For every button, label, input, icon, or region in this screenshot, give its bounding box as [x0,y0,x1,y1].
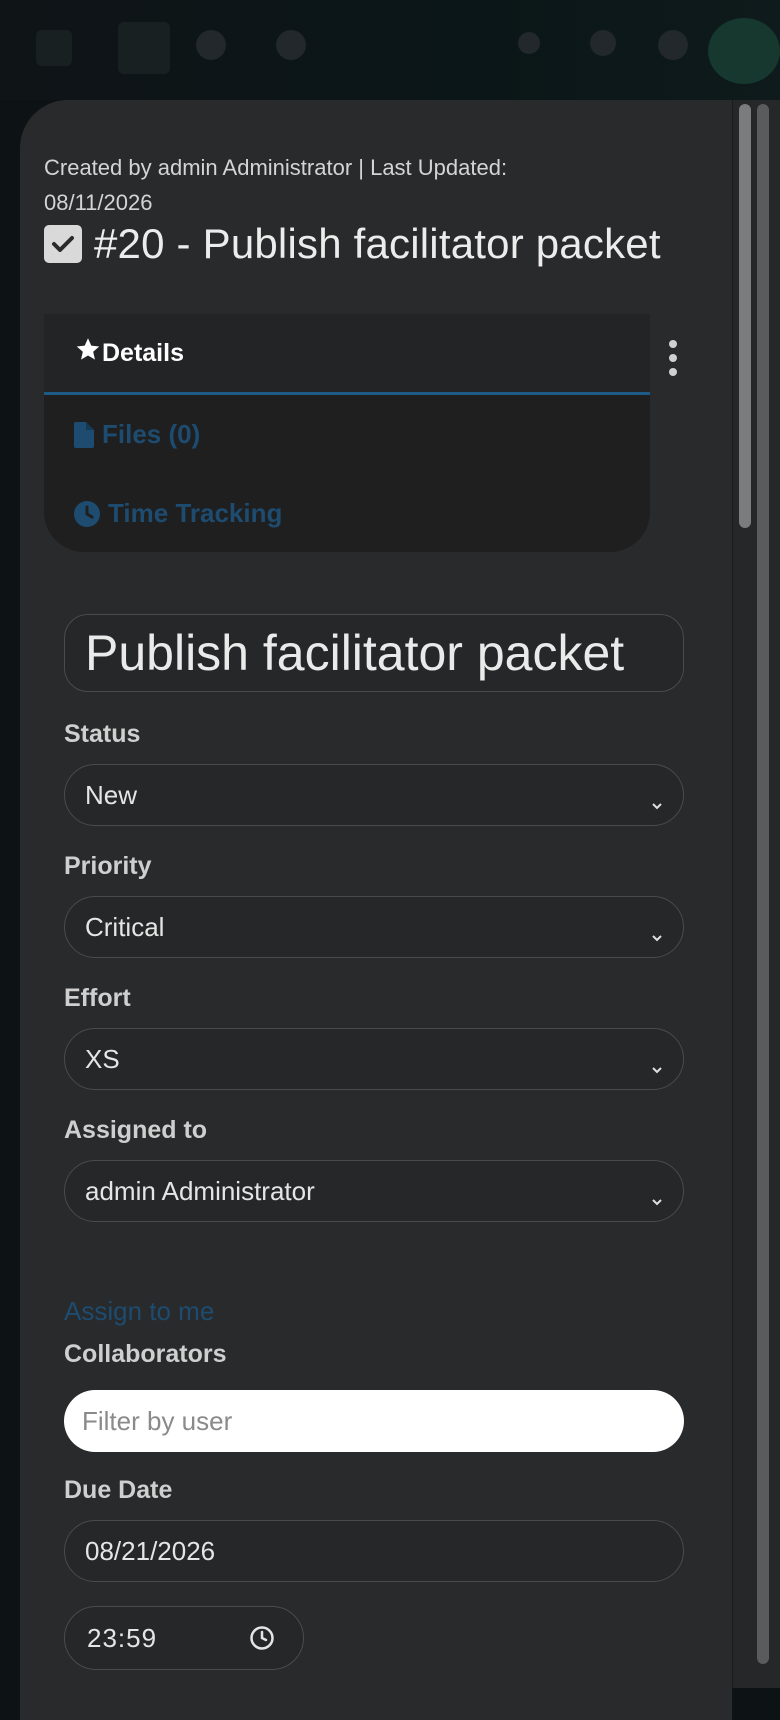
apps-icon[interactable] [276,30,306,60]
checkbox-checked-icon [44,225,82,263]
chevron-down-icon [651,787,663,818]
clock-icon[interactable] [249,1625,275,1658]
assigned-to-select[interactable]: admin Administrator [64,1160,684,1222]
top-navigation-bar [0,0,780,100]
settings-icon[interactable] [658,30,688,60]
assigned-to-label: Assigned to [64,1116,208,1144]
tab-time-tracking-label: Time Tracking [108,498,283,528]
collaborators-filter-input[interactable]: Filter by user [64,1390,684,1452]
task-detail-panel: Created by admin Administrator | Last Up… [20,100,732,1720]
tab-details-label: Details [102,338,184,367]
due-time-input[interactable]: 23:59 [64,1606,304,1670]
page-title: #20 - Publish facilitator packet [94,220,661,267]
phone-icon[interactable] [518,32,540,54]
menu-icon[interactable] [36,30,72,66]
assigned-to-value: admin Administrator [85,1175,315,1206]
tab-time-tracking[interactable]: Time Tracking [44,474,650,553]
assign-to-me-link[interactable]: Assign to me [64,1296,214,1327]
effort-value: XS [85,1043,120,1074]
chevron-down-icon [651,1183,663,1214]
effort-select[interactable]: XS [64,1028,684,1090]
clock-icon [74,500,100,527]
due-date-label: Due Date [64,1476,173,1504]
more-options-icon[interactable] [668,340,678,376]
chevron-down-icon [651,1051,663,1082]
logo-icon[interactable] [118,22,170,74]
task-meta: Created by admin Administrator | Last Up… [44,150,604,220]
effort-label: Effort [64,984,131,1012]
priority-value: Critical [85,911,165,942]
tab-files-label: Files (0) [102,419,201,449]
last-updated-date: 08/11/2026 [44,190,153,215]
scrollbar-outer-thumb[interactable] [757,104,769,1664]
task-name-input[interactable]: Publish facilitator packet [64,614,684,692]
star-icon [74,336,102,370]
file-icon [74,421,94,448]
priority-select[interactable]: Critical [64,896,684,958]
task-title-row: #20 - Publish facilitator packet [44,220,661,268]
chevron-down-icon [651,919,663,950]
tab-files[interactable]: Files (0) [44,395,650,474]
bell-icon[interactable] [590,30,616,56]
due-date-value: 08/21/2026 [85,1535,216,1566]
search-icon[interactable] [196,30,226,60]
due-date-input[interactable]: 08/21/2026 [64,1520,684,1582]
status-select[interactable]: New [64,764,684,826]
collaborators-label: Collaborators [64,1340,227,1368]
scrollbar-thumb[interactable] [739,104,751,528]
user-avatar[interactable] [708,18,780,84]
tab-list: Details Files (0) Time Tracking [44,314,650,552]
status-label: Status [64,720,141,748]
tab-details[interactable]: Details [44,314,650,395]
status-value: New [85,779,138,810]
due-time-value: 23:59 [87,1622,158,1653]
created-updated-text: Created by admin Administrator | Last Up… [44,155,508,180]
priority-label: Priority [64,852,152,880]
